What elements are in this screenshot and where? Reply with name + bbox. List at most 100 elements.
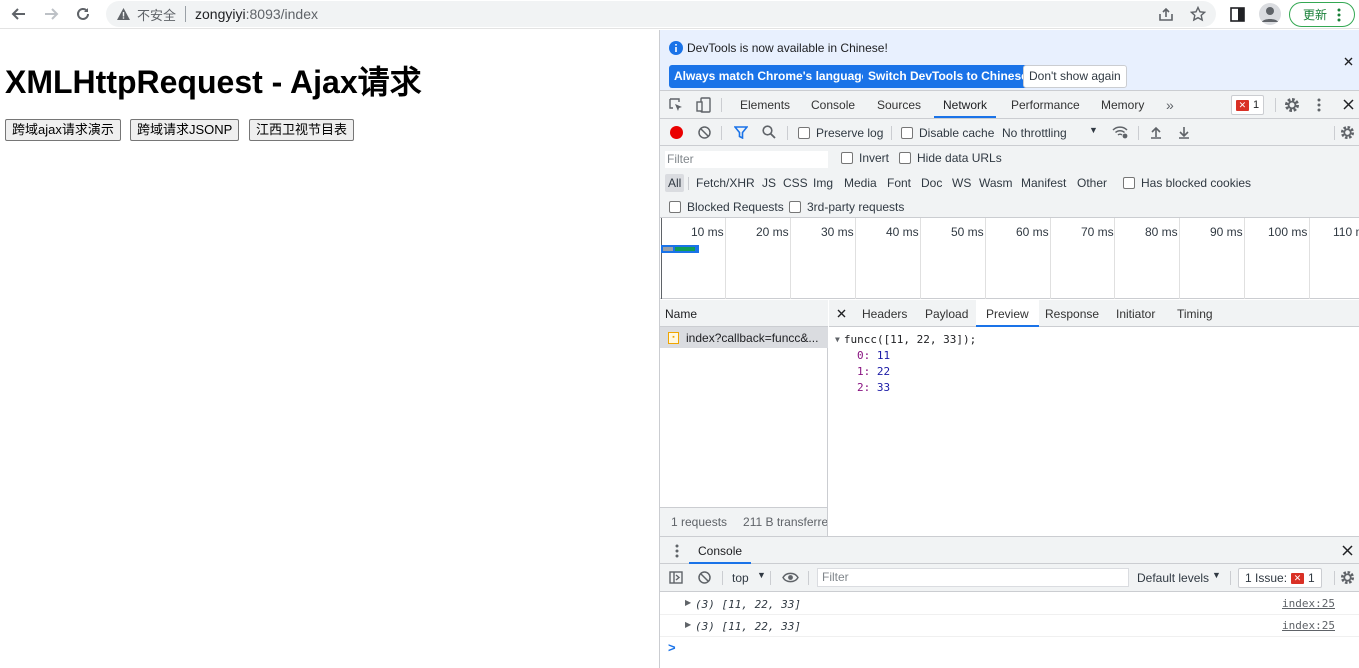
- tab-memory[interactable]: Memory: [1101, 91, 1144, 118]
- share-icon[interactable]: [1158, 7, 1174, 22]
- tab-payload[interactable]: Payload: [925, 300, 968, 327]
- side-panel-icon[interactable]: [1230, 7, 1245, 22]
- switch-language-button[interactable]: Switch DevTools to Chinese: [863, 65, 1033, 88]
- update-button[interactable]: 更新: [1289, 2, 1355, 27]
- tv-schedule-button[interactable]: 江西卫视节目表: [249, 119, 355, 141]
- forward-button[interactable]: [39, 2, 63, 26]
- tab-network[interactable]: Network: [934, 91, 997, 118]
- throttling-select[interactable]: No throttling: [1002, 126, 1067, 140]
- cors-jsonp-button[interactable]: 跨域请求JSONP: [130, 119, 240, 141]
- device-toolbar-icon[interactable]: [696, 97, 711, 113]
- profile-avatar[interactable]: [1259, 3, 1281, 25]
- bookmark-star-icon[interactable]: [1190, 6, 1206, 22]
- console-sidebar-icon[interactable]: [669, 571, 683, 584]
- back-button[interactable]: [7, 2, 31, 26]
- tab-headers[interactable]: Headers: [862, 300, 907, 327]
- preview-item: 2: 33: [857, 381, 890, 394]
- close-drawer-icon[interactable]: [1342, 545, 1353, 556]
- console-prompt[interactable]: >: [660, 637, 1359, 659]
- request-row[interactable]: ▪ index?callback=funcc&...: [660, 327, 828, 348]
- console-message[interactable]: ▶ (3) [11, 22, 33] index:25: [660, 615, 1359, 637]
- timeline-tick-label: 20 ms: [756, 225, 789, 239]
- console-filter-input[interactable]: Filter: [817, 568, 1129, 587]
- more-vertical-icon[interactable]: [1317, 98, 1321, 112]
- console-toolbar: top ▼ Filter Default levels ▼ 1 Issue: ✕…: [660, 564, 1359, 592]
- arrow-right-icon: [45, 8, 59, 20]
- console-source-link[interactable]: index:25: [1282, 619, 1335, 632]
- type-filter-all[interactable]: All: [665, 174, 685, 192]
- preview-tree-root[interactable]: ▼ funcc([11, 22, 33]);: [835, 333, 976, 346]
- third-party-requests-checkbox[interactable]: [789, 201, 801, 213]
- type-filter-other[interactable]: Other: [1074, 174, 1110, 192]
- tab-performance[interactable]: Performance: [1011, 91, 1080, 118]
- network-conditions-icon[interactable]: [1112, 125, 1128, 139]
- close-devtools-icon[interactable]: [1343, 99, 1354, 110]
- import-har-icon[interactable]: [1150, 126, 1162, 139]
- network-overview-timeline[interactable]: 10 ms 20 ms 30 ms 40 ms 50 ms 60 ms 70 m…: [660, 218, 1359, 299]
- type-filter-css[interactable]: CSS: [780, 174, 811, 192]
- type-filter-img[interactable]: Img: [810, 174, 836, 192]
- tab-initiator[interactable]: Initiator: [1116, 300, 1155, 327]
- type-filter-font[interactable]: Font: [884, 174, 914, 192]
- error-count-badge[interactable]: ✕ 1: [1231, 95, 1264, 115]
- tab-console[interactable]: Console: [811, 91, 855, 118]
- arrow-left-icon: [11, 8, 25, 20]
- tab-response[interactable]: Response: [1045, 300, 1099, 327]
- more-tabs-chevron-icon[interactable]: »: [1166, 91, 1174, 118]
- tab-elements[interactable]: Elements: [740, 91, 790, 118]
- type-filter-js[interactable]: JS: [759, 174, 779, 192]
- hide-data-urls-checkbox[interactable]: [899, 152, 911, 164]
- log-levels-select[interactable]: Default levels: [1137, 571, 1209, 585]
- type-filter-media[interactable]: Media: [841, 174, 880, 192]
- live-expression-eye-icon[interactable]: [782, 572, 799, 583]
- preserve-log-checkbox[interactable]: [798, 127, 810, 139]
- drawer-menu-icon[interactable]: [675, 544, 679, 558]
- dont-show-again-button[interactable]: Don't show again: [1023, 65, 1127, 88]
- expand-triangle-icon[interactable]: ▶: [685, 598, 691, 607]
- network-settings-gear-icon[interactable]: [1340, 125, 1355, 140]
- tab-timing[interactable]: Timing: [1177, 300, 1213, 327]
- console-settings-gear-icon[interactable]: [1340, 570, 1355, 585]
- close-detail-icon[interactable]: [837, 309, 846, 318]
- close-icon[interactable]: [1344, 57, 1353, 66]
- reload-button[interactable]: [71, 2, 95, 26]
- request-detail-pane: Headers Payload Preview Response Initiat…: [829, 300, 1359, 536]
- network-filter-input[interactable]: Filter: [665, 151, 828, 168]
- context-select[interactable]: top: [732, 571, 749, 585]
- invert-checkbox[interactable]: [841, 152, 853, 164]
- blocked-requests-checkbox[interactable]: [669, 201, 681, 213]
- address-bar[interactable]: 不安全 zongyiyi:8093/index: [106, 1, 1216, 27]
- type-filter-ws[interactable]: WS: [949, 174, 974, 192]
- export-har-icon[interactable]: [1178, 126, 1190, 139]
- throttling-dropdown-icon[interactable]: ▼: [1089, 125, 1098, 135]
- context-dropdown-icon[interactable]: ▼: [757, 570, 766, 580]
- tab-sources[interactable]: Sources: [877, 91, 921, 118]
- tab-preview[interactable]: Preview: [976, 300, 1039, 327]
- timeline-tick-label: 90 ms: [1210, 225, 1243, 239]
- issues-badge[interactable]: 1 Issue: ✕ 1: [1238, 568, 1322, 588]
- log-levels-dropdown-icon[interactable]: ▼: [1212, 570, 1221, 580]
- expand-triangle-icon[interactable]: ▶: [685, 620, 691, 629]
- settings-gear-icon[interactable]: [1284, 97, 1300, 113]
- timeline-tick-label: 60 ms: [1016, 225, 1049, 239]
- preview-key: 2:: [857, 381, 871, 394]
- console-message[interactable]: ▶ (3) [11, 22, 33] index:25: [660, 593, 1359, 615]
- type-filter-fetch-xhr[interactable]: Fetch/XHR: [693, 174, 758, 192]
- type-filter-wasm[interactable]: Wasm: [976, 174, 1016, 192]
- record-icon[interactable]: [670, 126, 683, 139]
- console-source-link[interactable]: index:25: [1282, 597, 1335, 610]
- drawer-tab-console[interactable]: Console: [689, 537, 752, 564]
- search-icon[interactable]: [762, 125, 776, 139]
- clear-console-icon[interactable]: [698, 571, 711, 584]
- inspect-element-icon[interactable]: [669, 98, 684, 113]
- has-blocked-cookies-checkbox[interactable]: [1123, 177, 1135, 189]
- preview-item: 0: 11: [857, 349, 890, 362]
- type-filter-doc[interactable]: Doc: [918, 174, 945, 192]
- disable-cache-checkbox[interactable]: [901, 127, 913, 139]
- clear-icon[interactable]: [698, 126, 711, 139]
- type-filter-manifest[interactable]: Manifest: [1018, 174, 1069, 192]
- match-language-button[interactable]: Always match Chrome's language: [669, 65, 874, 88]
- name-column-header[interactable]: Name: [660, 300, 828, 327]
- filter-funnel-icon[interactable]: [734, 126, 748, 139]
- cors-ajax-demo-button[interactable]: 跨域ajax请求演示: [5, 119, 121, 141]
